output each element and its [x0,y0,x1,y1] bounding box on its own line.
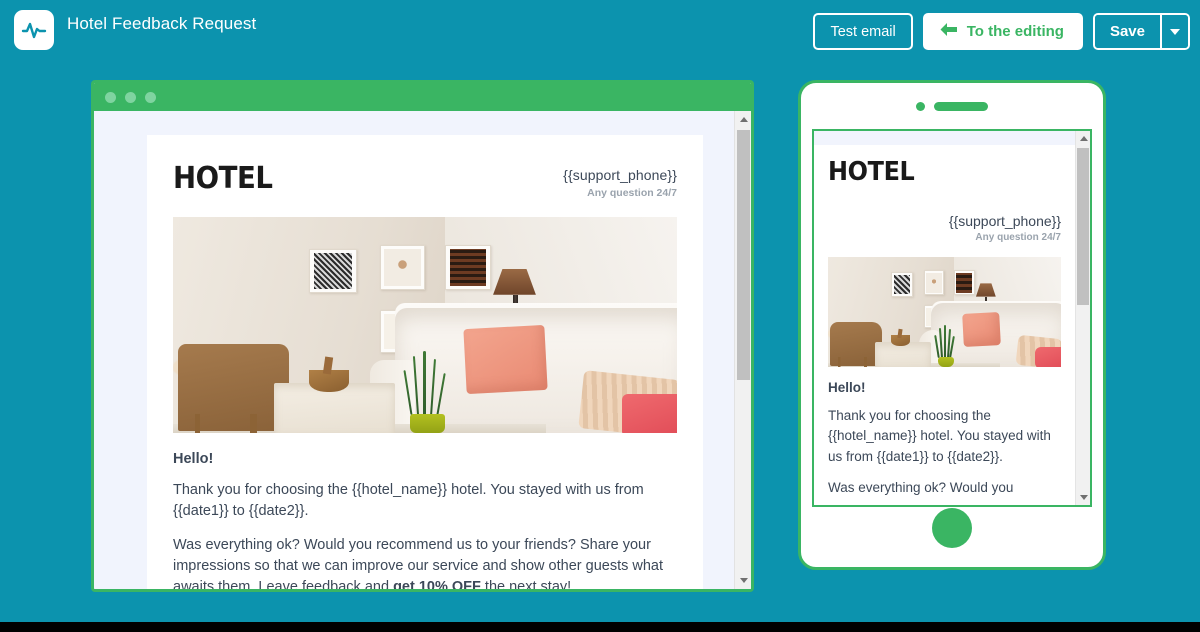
mobile-preview-scroll-area[interactable]: HOTEL {{support_phone}} Any question 24/… [814,131,1075,505]
email-paragraph-2: Was everything ok? Would you recommend u… [173,535,677,589]
mobile-preview-frame: HOTEL {{support_phone}} Any question 24/… [798,80,1106,570]
email-paragraph-2-text-b: the next stay! [480,579,572,589]
mobile-scrollbar-thumb[interactable] [1077,148,1089,305]
mobile-scroll-up-button[interactable] [1076,131,1090,146]
hotel-room-photo [828,257,1061,367]
app-root: Hotel Feedback Request Test email To the… [0,0,1200,632]
save-button[interactable]: Save [1094,15,1160,48]
email-paragraph-1: Thank you for choosing the {{hotel_name}… [173,482,644,520]
mobile-preview-screen[interactable]: HOTEL {{support_phone}} Any question 24/… [812,129,1092,507]
to-the-editing-button[interactable]: To the editing [922,13,1083,50]
scroll-up-button[interactable] [735,111,751,128]
email-card: HOTEL {{support_phone}} Any question 24/… [147,135,703,589]
mobile-email-body: Hello! Thank you for choosing the {{hote… [828,367,1061,498]
scroll-down-button[interactable] [735,572,751,589]
camera-dot-icon [916,101,925,111]
mobile-preview-scrollbar[interactable] [1075,131,1090,505]
desktop-preview-scrollbar[interactable] [734,111,751,589]
mobile-email-paragraph-2: Was everything ok? Would you [828,479,1014,495]
page-title: Hotel Feedback Request [67,14,257,33]
bottom-strip [0,622,1200,632]
mobile-email-card: HOTEL {{support_phone}} Any question 24/… [814,145,1075,498]
email-body: Hello! Thank you for choosing the {{hote… [173,433,677,589]
mobile-support-note: Any question 24/7 [975,232,1061,243]
home-button-icon[interactable] [932,508,972,548]
arrow-left-icon [939,22,958,41]
save-button-group: Save [1092,13,1190,50]
save-dropdown-toggle[interactable] [1160,15,1188,48]
scrollbar-thumb[interactable] [737,130,750,380]
mobile-email-contact-block: {{support_phone}} Any question 24/7 [828,213,1061,243]
speaker-bar-icon [934,101,988,111]
triangle-up-icon [1079,136,1088,141]
mobile-preview-top-strip [814,131,1075,145]
triangle-down-icon [1079,495,1088,500]
email-contact-block: {{support_phone}} Any question 24/7 [563,161,677,199]
top-bar: Hotel Feedback Request Test email To the… [0,0,1200,62]
test-email-button[interactable]: Test email [813,13,913,50]
app-logo[interactable] [14,10,54,50]
mobile-scroll-down-button[interactable] [1076,490,1090,505]
pulse-icon [21,17,47,43]
window-dot-icon [125,91,136,103]
support-note: Any question 24/7 [587,187,677,199]
mobile-email-paragraph-1: Thank you for choosing the {{hotel_name}… [828,408,1051,464]
triangle-up-icon [739,117,748,122]
mobile-email-greeting: Hello! [828,380,866,395]
mobile-support-phone: {{support_phone}} [948,213,1061,229]
desktop-preview-frame: HOTEL {{support_phone}} Any question 24/… [91,80,754,592]
header-actions: Test email To the editing Save [813,13,1190,50]
window-dot-icon [105,91,116,103]
email-header: HOTEL {{support_phone}} Any question 24/… [173,161,677,217]
to-the-editing-label: To the editing [966,23,1064,40]
support-phone: {{support_phone}} [563,167,677,183]
phone-top-bar [801,83,1103,129]
desktop-preview-body[interactable]: HOTEL {{support_phone}} Any question 24/… [94,111,751,589]
chevron-down-icon [1170,28,1180,35]
mobile-hero-wrapper [828,257,1061,367]
email-offer-highlight: get 10% OFF [393,579,481,589]
email-logo: HOTEL [173,161,273,196]
mobile-email-logo: HOTEL [828,157,915,187]
hotel-room-photo [173,217,677,433]
email-greeting: Hello! [173,451,214,467]
desktop-preview-titlebar [94,83,751,111]
triangle-down-icon [739,578,748,583]
window-dot-icon [145,91,156,103]
